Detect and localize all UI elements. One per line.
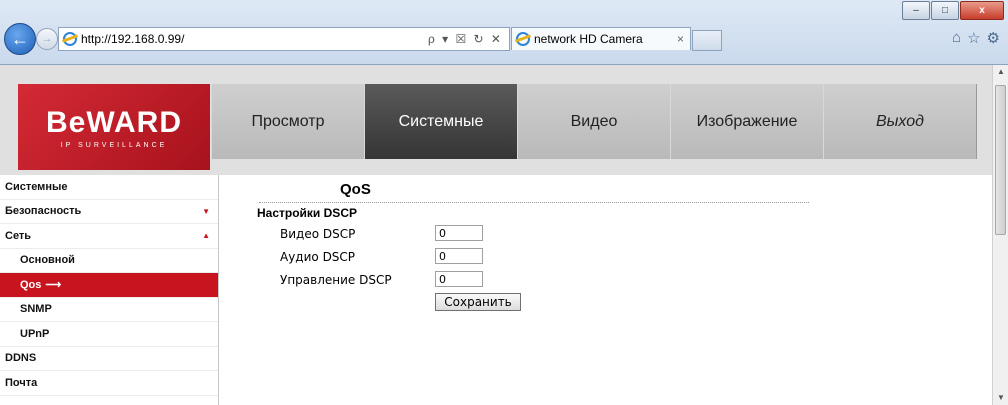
address-url[interactable]: http://192.168.0.99/: [81, 32, 428, 46]
logo-text: BeWARD: [45, 105, 182, 139]
section-heading: Настройки DSCP: [257, 206, 357, 220]
arrow-right-icon: ⟶: [45, 279, 62, 292]
page-header: BeWARD IP SURVEILLANCE Просмотр Системны…: [0, 65, 992, 175]
sidebar-item-system[interactable]: Системные: [0, 175, 218, 200]
ie-favicon-icon: [63, 32, 77, 46]
control-dscp-label: Управление DSCP: [280, 273, 392, 287]
gear-icon[interactable]: ⚙: [987, 29, 1000, 47]
tab-favicon-icon: [516, 32, 530, 46]
window-controls: – □ x: [901, 1, 1004, 20]
sidebar-item-label: Сеть: [5, 229, 32, 242]
browser-toolbar-icons: ⌂ ☆ ⚙: [952, 29, 1000, 47]
sidebar-item-basic[interactable]: Основной: [0, 249, 218, 273]
maximize-button[interactable]: □: [931, 1, 959, 20]
main-menu: Просмотр Системные Видео Изображение Вых…: [211, 84, 977, 159]
chevron-down-icon: ▼: [202, 206, 210, 216]
web-page: BeWARD IP SURVEILLANCE Просмотр Системны…: [0, 65, 992, 405]
minimize-button[interactable]: –: [902, 1, 930, 20]
audio-dscp-input[interactable]: 0: [435, 248, 483, 264]
sidebar-item-label: Основной: [20, 254, 75, 267]
menu-view[interactable]: Просмотр: [211, 84, 364, 159]
sidebar-item-mail[interactable]: Почта: [0, 371, 218, 396]
sidebar-item-upnp[interactable]: UPnP: [0, 322, 218, 347]
home-icon[interactable]: ⌂: [952, 29, 961, 47]
scrollbar-thumb[interactable]: [995, 85, 1006, 235]
sidebar-item-label: Qos: [20, 279, 42, 292]
save-button[interactable]: Сохранить: [435, 293, 521, 311]
browser-chrome: – □ x ← → http://192.168.0.99/ ρ ▾ ☒ ↻ ✕…: [0, 0, 1008, 65]
control-dscp-input[interactable]: 0: [435, 271, 483, 287]
chevron-up-icon: ▲: [202, 231, 210, 241]
sidebar-item-label: Системные: [5, 180, 68, 193]
scroll-down-icon[interactable]: ▼: [993, 391, 1008, 405]
address-tools[interactable]: ρ ▾ ☒ ↻ ✕: [428, 32, 509, 46]
forward-arrow-icon[interactable]: →: [36, 28, 58, 50]
sidebar-item-snmp[interactable]: SNMP: [0, 298, 218, 322]
page-title: QoS: [340, 181, 371, 198]
sidebar-item-label: UPnP: [20, 327, 50, 340]
sidebar-item-security[interactable]: Безопасность ▼: [0, 200, 218, 224]
vertical-scrollbar[interactable]: ▲ ▼: [992, 65, 1008, 405]
sidebar-item-label: SNMP: [20, 303, 52, 316]
sidebar-item-ddns[interactable]: DDNS: [0, 347, 218, 371]
video-dscp-label: Видео DSCP: [280, 227, 356, 241]
menu-image[interactable]: Изображение: [670, 84, 823, 159]
address-bar[interactable]: http://192.168.0.99/ ρ ▾ ☒ ↻ ✕: [58, 27, 510, 51]
back-arrow-icon[interactable]: ←: [4, 23, 36, 55]
new-tab-button[interactable]: [692, 30, 722, 51]
video-dscp-input[interactable]: 0: [435, 225, 483, 241]
sidebar-item-qos[interactable]: Qos ⟶: [0, 273, 218, 298]
sidebar-item-label: DDNS: [5, 352, 37, 365]
sidebar-item-network[interactable]: Сеть ▲: [0, 224, 218, 249]
scroll-up-icon[interactable]: ▲: [993, 65, 1008, 79]
menu-exit[interactable]: Выход: [823, 84, 976, 159]
title-divider: [259, 202, 809, 203]
star-icon[interactable]: ☆: [967, 29, 980, 47]
sidebar-item-label: Почта: [5, 376, 38, 389]
sidebar: Системные Безопасность ▼ Сеть ▲ Основной…: [0, 175, 219, 405]
tab-title: network HD Camera: [534, 32, 643, 46]
qos-panel: QoS Настройки DSCP Видео DSCP 0 Аудио DS…: [219, 175, 992, 405]
logo-subtext: IP SURVEILLANCE: [60, 141, 168, 149]
close-button[interactable]: x: [960, 1, 1004, 20]
browser-tab[interactable]: network HD Camera ×: [511, 27, 691, 50]
menu-video[interactable]: Видео: [517, 84, 670, 159]
tab-close-icon[interactable]: ×: [677, 32, 690, 46]
sidebar-item-label: Безопасность: [5, 205, 82, 218]
beward-logo: BeWARD IP SURVEILLANCE: [18, 84, 210, 170]
menu-system[interactable]: Системные: [364, 84, 517, 159]
audio-dscp-label: Аудио DSCP: [280, 250, 356, 264]
